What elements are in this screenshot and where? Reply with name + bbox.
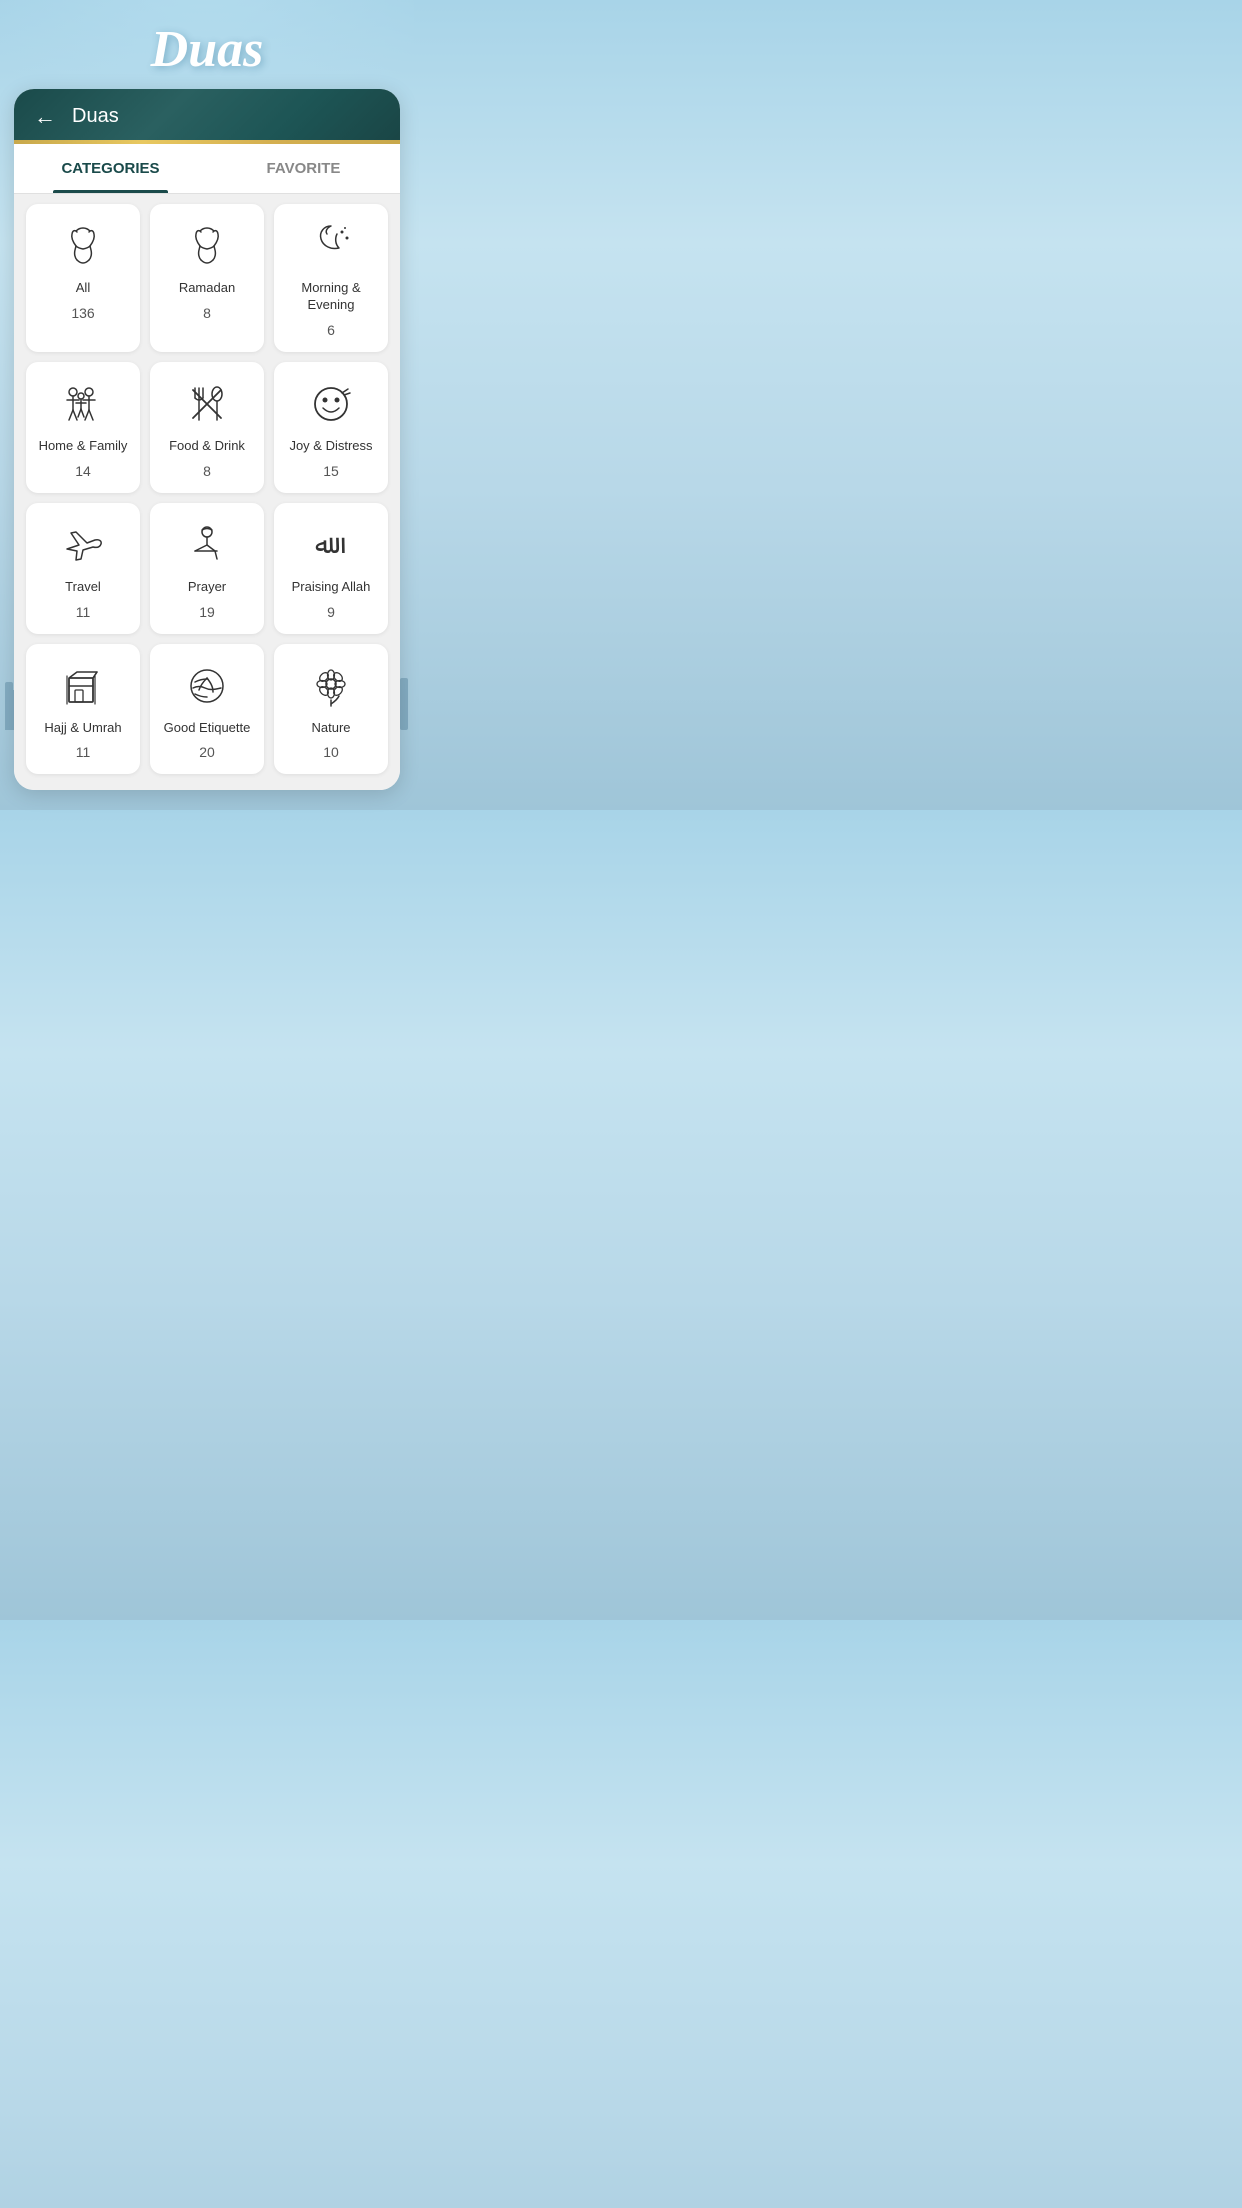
category-count-nature: 10 (323, 744, 339, 760)
category-count-praising-allah: 9 (327, 604, 335, 620)
category-card-ramadan[interactable]: Ramadan 8 (150, 204, 264, 352)
category-count-all: 136 (71, 305, 94, 321)
hands-pray-icon-2 (181, 220, 233, 272)
category-count-travel: 11 (76, 604, 91, 620)
category-card-home-family[interactable]: Home & Family 14 (26, 362, 140, 493)
category-count-good-etiquette: 20 (199, 744, 215, 760)
category-count-hajj-umrah: 11 (76, 744, 91, 760)
kaaba-icon (57, 660, 109, 712)
category-card-all[interactable]: All 136 (26, 204, 140, 352)
airplane-icon (57, 519, 109, 571)
category-name-morning-evening: Morning & Evening (282, 280, 380, 314)
category-name-ramadan: Ramadan (179, 280, 235, 297)
main-card: ← Duas CATEGORIES FAVORITE All 136 (14, 89, 400, 790)
category-name-prayer: Prayer (188, 579, 226, 596)
tab-categories[interactable]: CATEGORIES (14, 144, 207, 193)
category-name-hajj-umrah: Hajj & Umrah (44, 720, 121, 737)
category-name-joy-distress: Joy & Distress (289, 438, 372, 455)
moon-stars-icon (305, 220, 357, 272)
tabs-bar: CATEGORIES FAVORITE (14, 144, 400, 194)
category-count-prayer: 19 (199, 604, 215, 620)
hands-pray-icon (57, 220, 109, 272)
category-count-ramadan: 8 (203, 305, 211, 321)
category-name-home-family: Home & Family (39, 438, 128, 455)
back-button[interactable]: ← (34, 106, 56, 128)
person-praying-icon (181, 519, 233, 571)
category-card-prayer[interactable]: Prayer 19 (150, 503, 264, 634)
category-name-nature: Nature (311, 720, 350, 737)
family-icon (57, 378, 109, 430)
category-card-good-etiquette[interactable]: Good Etiquette 20 (150, 644, 264, 775)
category-name-travel: Travel (65, 579, 101, 596)
category-count-food-drink: 8 (203, 463, 211, 479)
thumbs-up-icon (181, 660, 233, 712)
allah-icon: ﷲ (305, 519, 357, 571)
categories-grid: All 136 Ramadan 8 (14, 194, 400, 790)
category-count-home-family: 14 (75, 463, 91, 479)
tab-favorite[interactable]: FAVORITE (207, 144, 400, 193)
category-card-joy-distress[interactable]: Joy & Distress 15 (274, 362, 388, 493)
category-count-joy-distress: 15 (323, 463, 339, 479)
category-name-all: All (76, 280, 90, 297)
category-name-praising-allah: Praising Allah (292, 579, 371, 596)
category-name-food-drink: Food & Drink (169, 438, 245, 455)
flower-icon (305, 660, 357, 712)
category-card-praising-allah[interactable]: ﷲ Praising Allah 9 (274, 503, 388, 634)
category-card-morning-evening[interactable]: Morning & Evening 6 (274, 204, 388, 352)
svg-text:ﷲ: ﷲ (315, 529, 345, 559)
header-title: Duas (72, 105, 119, 128)
smiley-icon (305, 378, 357, 430)
category-count-morning-evening: 6 (327, 322, 335, 338)
page-title: Duas (0, 0, 414, 89)
fork-spoon-icon (181, 378, 233, 430)
category-card-food-drink[interactable]: Food & Drink 8 (150, 362, 264, 493)
header: ← Duas (14, 89, 400, 144)
category-card-hajj-umrah[interactable]: Hajj & Umrah 11 (26, 644, 140, 775)
category-name-good-etiquette: Good Etiquette (164, 720, 251, 737)
category-card-nature[interactable]: Nature 10 (274, 644, 388, 775)
category-card-travel[interactable]: Travel 11 (26, 503, 140, 634)
